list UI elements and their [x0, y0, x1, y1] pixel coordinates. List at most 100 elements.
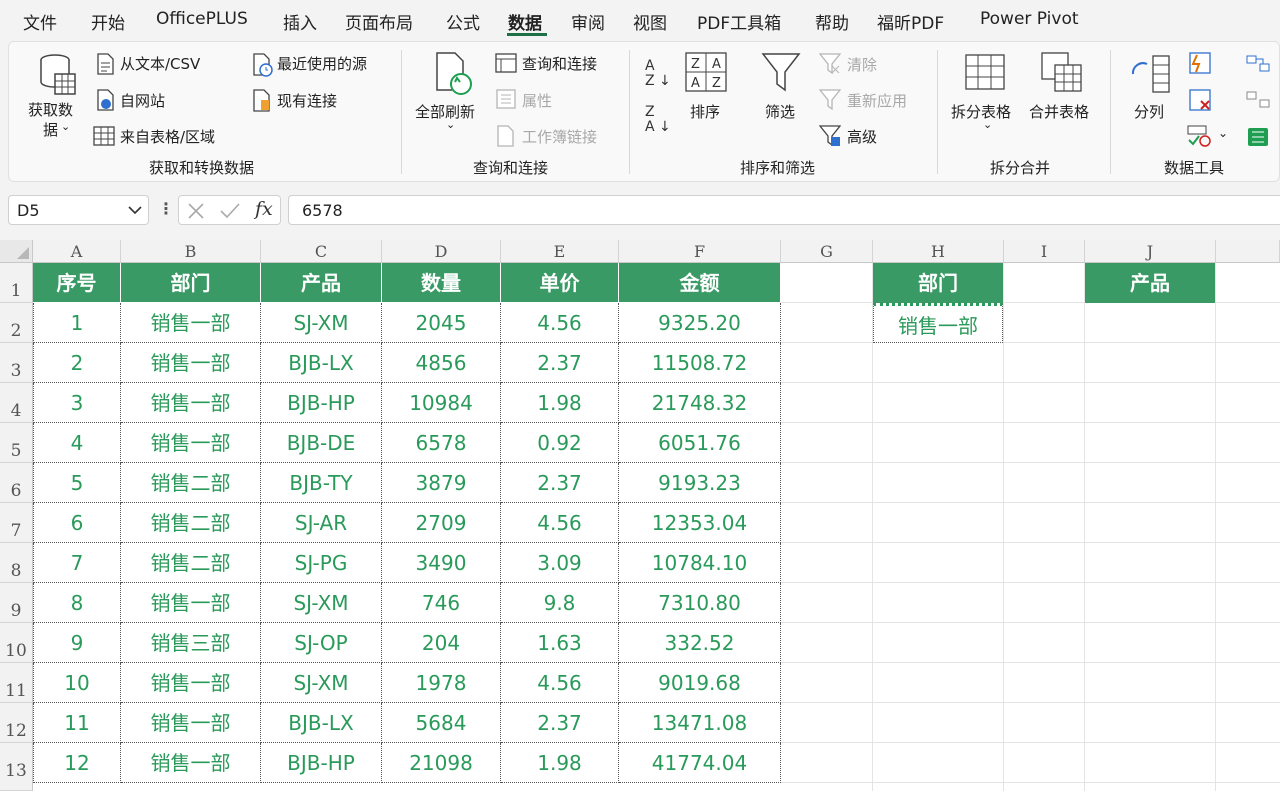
split-table-button[interactable]: 拆分表格 — [951, 101, 1011, 122]
column-header-g[interactable]: G — [781, 240, 873, 263]
row-header[interactable]: 11 — [0, 663, 33, 703]
table-header-cell[interactable]: 序号 — [33, 263, 121, 303]
row-header[interactable]: 12 — [0, 703, 33, 743]
row-header[interactable]: 7 — [0, 503, 33, 543]
merge-table-button[interactable]: 合并表格 — [1029, 101, 1089, 122]
row-header[interactable]: 5 — [0, 423, 33, 463]
table-cell[interactable]: 9 — [33, 623, 121, 663]
criteria-dept-header[interactable]: 部门 — [873, 263, 1003, 303]
advanced-button[interactable]: 高级 — [847, 126, 877, 147]
table-cell[interactable]: BJB-TY — [261, 463, 382, 503]
table-cell[interactable]: 21748.32 — [619, 383, 781, 423]
table-cell[interactable]: 6578 — [382, 423, 501, 463]
from-table-range-button[interactable]: 来自表格/区域 — [120, 126, 215, 147]
table-cell[interactable]: 12353.04 — [619, 503, 781, 543]
table-cell[interactable]: 5684 — [382, 703, 501, 743]
table-cell[interactable]: 7 — [33, 543, 121, 583]
table-cell[interactable]: 10784.10 — [619, 543, 781, 583]
table-cell[interactable]: 2 — [33, 343, 121, 383]
table-cell[interactable]: 8 — [33, 583, 121, 623]
table-cell[interactable]: SJ-XM — [261, 663, 382, 703]
column-header-a[interactable]: A — [33, 240, 121, 263]
table-cell[interactable]: 4.56 — [501, 663, 619, 703]
menu-insert[interactable]: 插入 — [283, 9, 317, 34]
row-header[interactable]: 3 — [0, 343, 33, 383]
flash-fill-icon[interactable] — [1189, 52, 1211, 74]
table-cell[interactable]: 销售一部 — [121, 663, 261, 703]
table-cell[interactable]: BJB-LX — [261, 703, 382, 743]
menu-view[interactable]: 视图 — [633, 9, 667, 34]
confirm-icon[interactable] — [219, 202, 241, 220]
table-cell[interactable]: 5 — [33, 463, 121, 503]
from-text-csv-button[interactable]: 从文本/CSV — [120, 53, 200, 74]
consolidate-icon[interactable] — [1246, 54, 1270, 74]
table-cell[interactable]: 销售二部 — [121, 463, 261, 503]
table-cell[interactable]: 9019.68 — [619, 663, 781, 703]
row-header[interactable]: 13 — [0, 743, 33, 791]
select-all-corner[interactable] — [0, 240, 33, 263]
table-header-cell[interactable]: 部门 — [121, 263, 261, 303]
column-header-j[interactable]: J — [1085, 240, 1216, 263]
chevron-down-icon[interactable] — [128, 205, 142, 215]
table-cell[interactable]: 6051.76 — [619, 423, 781, 463]
table-cell[interactable]: BJB-HP — [261, 383, 382, 423]
table-cell[interactable]: 4856 — [382, 343, 501, 383]
row-header[interactable]: 1 — [0, 263, 33, 303]
criteria-dept-value[interactable]: 销售一部 — [873, 303, 1003, 343]
table-cell[interactable]: 销售一部 — [121, 423, 261, 463]
table-header-cell[interactable]: 数量 — [382, 263, 501, 303]
table-cell[interactable]: 销售一部 — [121, 743, 261, 783]
data-validation-icon[interactable] — [1187, 125, 1213, 147]
menu-home[interactable]: 开始 — [91, 9, 125, 34]
row-header[interactable]: 9 — [0, 583, 33, 623]
table-cell[interactable]: 1.98 — [501, 743, 619, 783]
table-cell[interactable]: SJ-OP — [261, 623, 382, 663]
menu-pdf-toolbox[interactable]: PDF工具箱 — [697, 9, 781, 34]
criteria-product-header[interactable]: 产品 — [1085, 263, 1215, 303]
menu-file[interactable]: 文件 — [23, 9, 57, 34]
table-cell[interactable]: 7310.80 — [619, 583, 781, 623]
table-cell[interactable]: 9325.20 — [619, 303, 781, 343]
remove-duplicates-icon[interactable] — [1189, 89, 1211, 111]
sort-button[interactable]: 排序 — [690, 101, 720, 122]
table-cell[interactable]: 0.92 — [501, 423, 619, 463]
table-cell[interactable]: 6 — [33, 503, 121, 543]
queries-connections-button[interactable]: 查询和连接 — [522, 53, 597, 74]
column-header-h[interactable]: H — [873, 240, 1004, 263]
table-cell[interactable]: 1.98 — [501, 383, 619, 423]
row-header[interactable]: 10 — [0, 623, 33, 663]
table-cell[interactable]: BJB-HP — [261, 743, 382, 783]
workbook-links-button[interactable]: 工作簿链接 — [522, 126, 597, 147]
table-cell[interactable]: 3.09 — [501, 543, 619, 583]
table-cell[interactable]: 销售一部 — [121, 383, 261, 423]
properties-button[interactable]: 属性 — [522, 90, 552, 111]
column-header-e[interactable]: E — [501, 240, 619, 263]
menu-review[interactable]: 审阅 — [571, 9, 605, 34]
relationships-icon[interactable] — [1246, 90, 1270, 110]
column-header-d[interactable]: D — [382, 240, 501, 263]
table-cell[interactable]: 13471.08 — [619, 703, 781, 743]
table-header-cell[interactable]: 金额 — [619, 263, 781, 303]
row-header[interactable]: 8 — [0, 543, 33, 583]
column-header-b[interactable]: B — [121, 240, 261, 263]
row-header[interactable]: 2 — [0, 303, 33, 343]
table-cell[interactable]: 4.56 — [501, 303, 619, 343]
table-header-cell[interactable]: 产品 — [261, 263, 382, 303]
formula-input[interactable]: 6578 — [288, 195, 1280, 225]
menu-foxit-pdf[interactable]: 福昕PDF — [877, 9, 944, 34]
table-cell[interactable]: 3490 — [382, 543, 501, 583]
table-cell[interactable]: SJ-AR — [261, 503, 382, 543]
filter-button[interactable]: 筛选 — [765, 101, 795, 122]
table-cell[interactable]: 1978 — [382, 663, 501, 703]
table-cell[interactable]: 3879 — [382, 463, 501, 503]
table-cell[interactable]: 2045 — [382, 303, 501, 343]
menu-power-pivot[interactable]: Power Pivot — [980, 9, 1079, 29]
name-box[interactable]: D5 — [8, 195, 149, 225]
table-cell[interactable]: 332.52 — [619, 623, 781, 663]
table-cell[interactable]: 11 — [33, 703, 121, 743]
table-cell[interactable]: 41774.04 — [619, 743, 781, 783]
table-cell[interactable]: 2.37 — [501, 343, 619, 383]
table-cell[interactable]: 销售一部 — [121, 583, 261, 623]
menu-formulas[interactable]: 公式 — [446, 9, 480, 34]
table-cell[interactable]: 21098 — [382, 743, 501, 783]
